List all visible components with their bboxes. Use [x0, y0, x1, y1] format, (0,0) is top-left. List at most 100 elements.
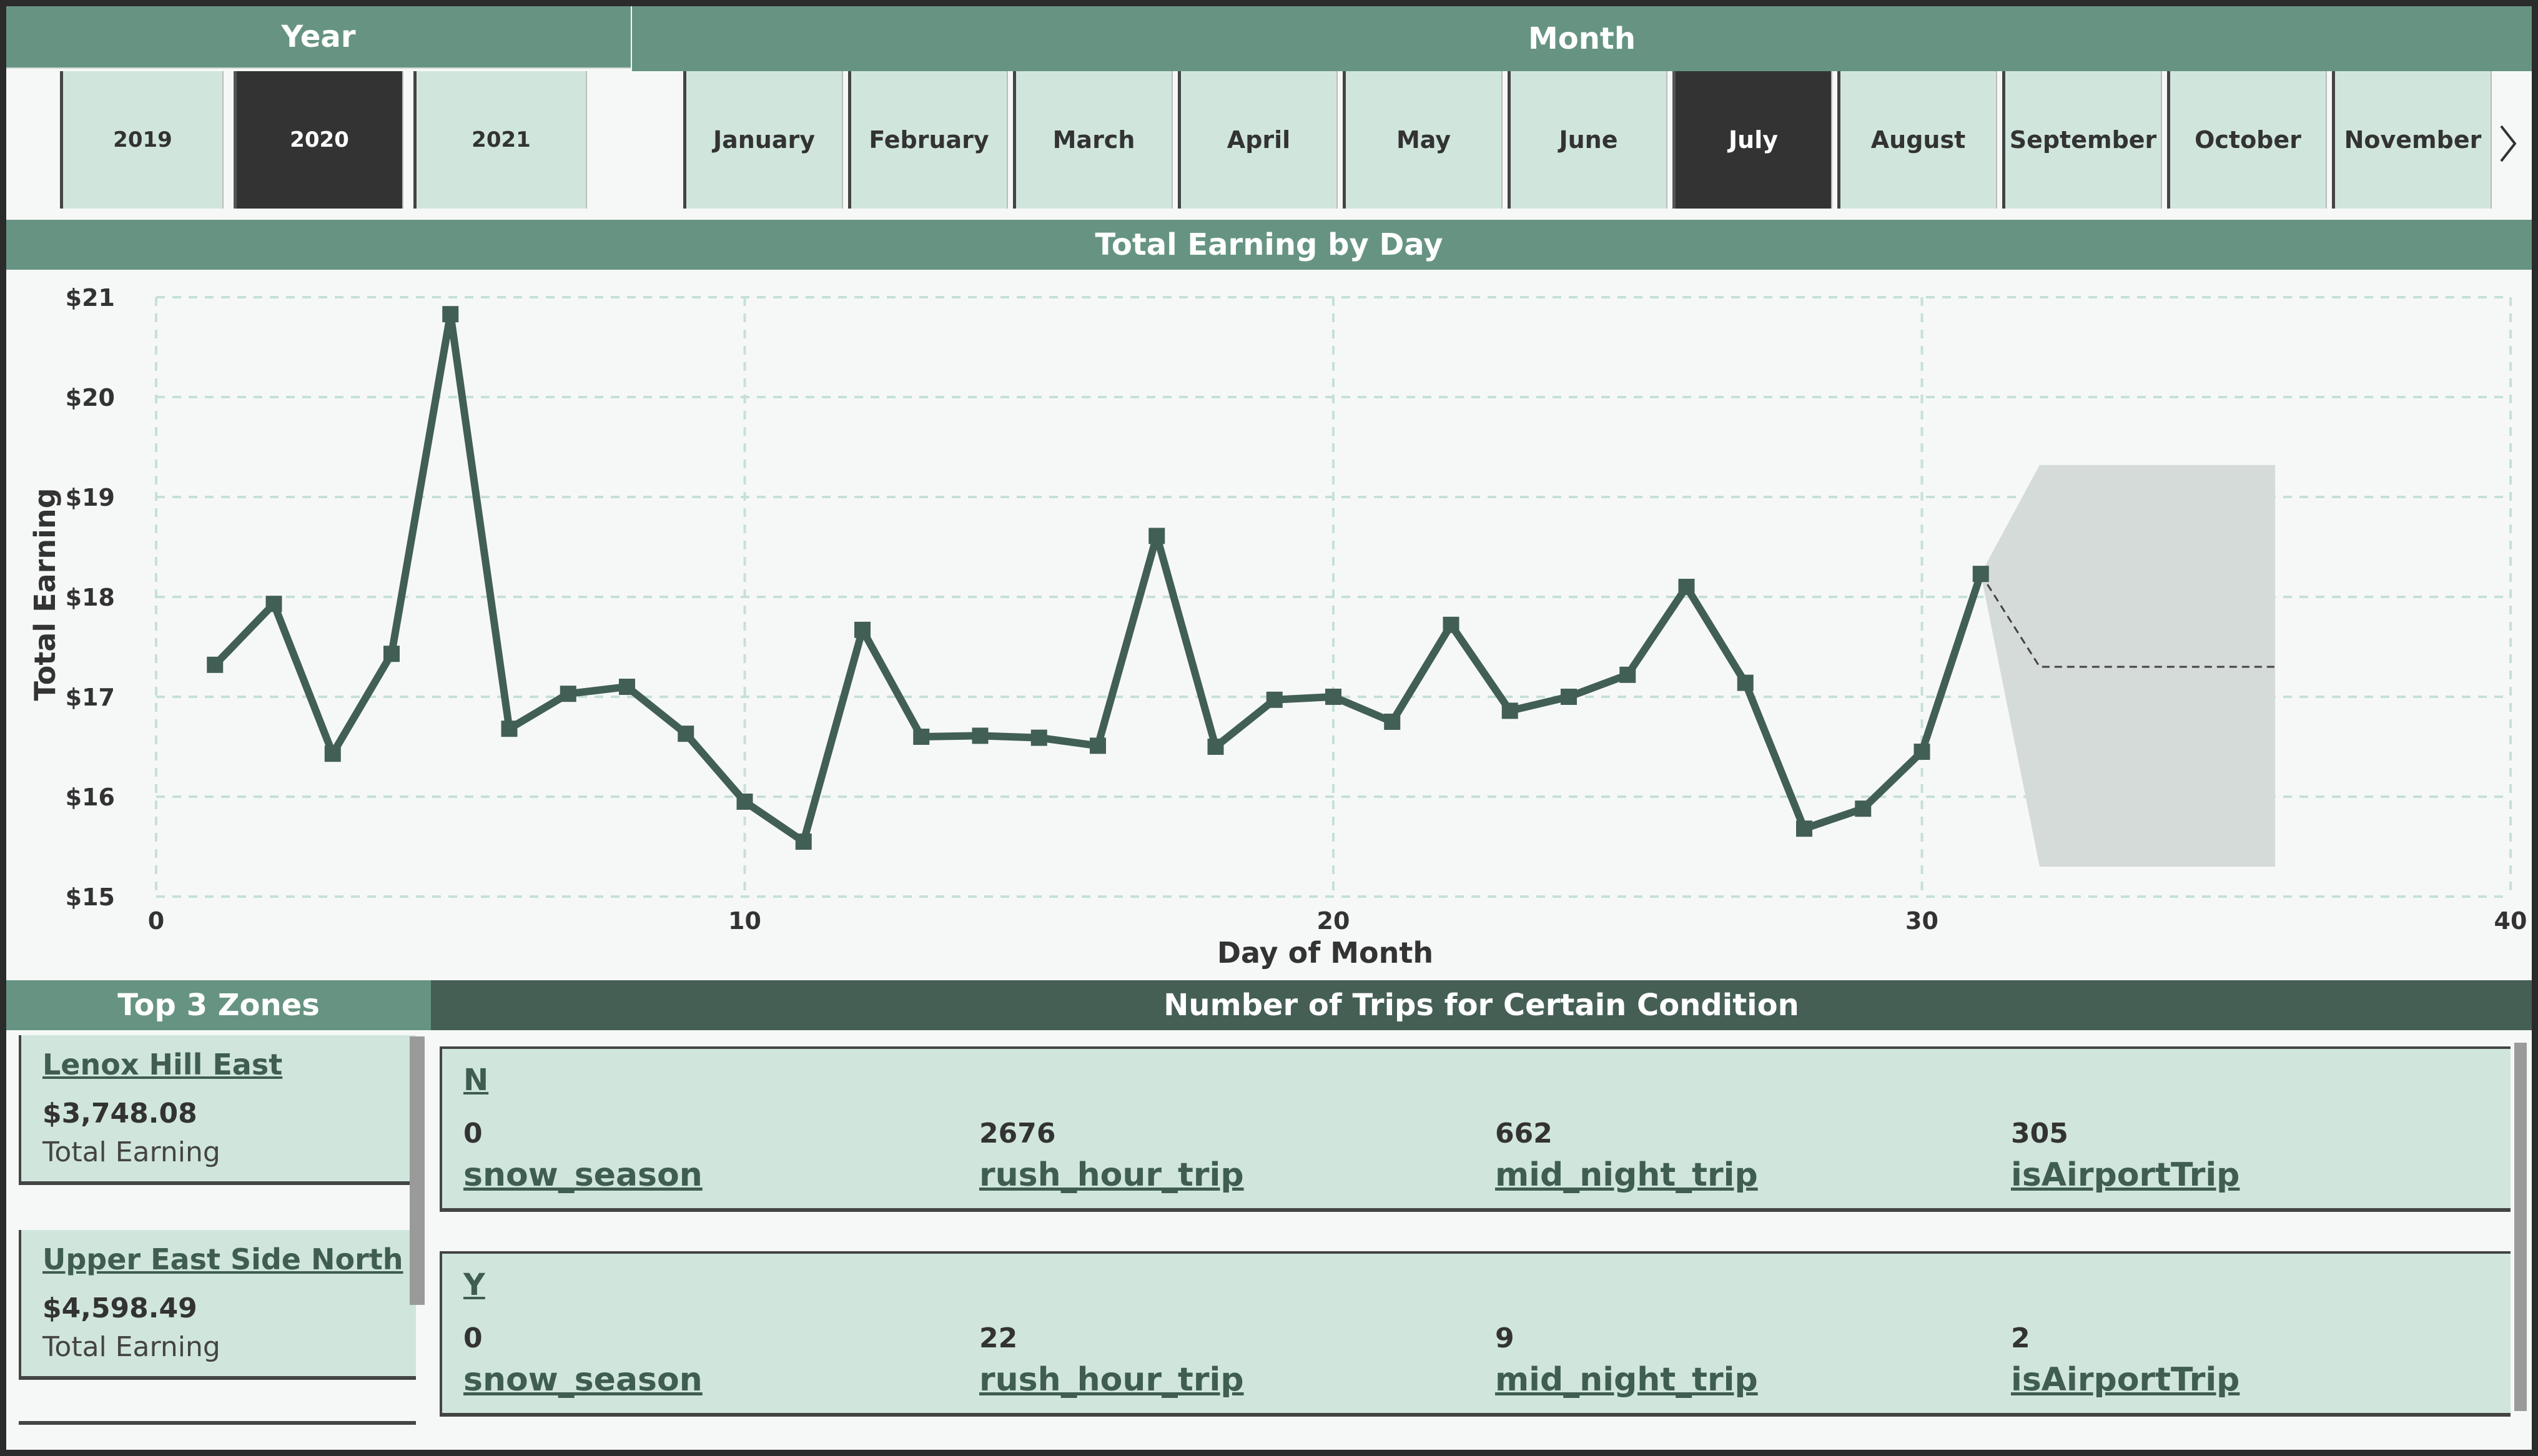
metric-label-link[interactable]: rush_hour_trip: [979, 1156, 1244, 1194]
metric-value: 662: [1495, 1118, 1553, 1149]
metric-label-link[interactable]: snow_season: [463, 1156, 703, 1194]
chart-title: Total Earning by Day: [1095, 227, 1443, 262]
month-slicer-title: Month: [1528, 21, 1636, 56]
data-point-marker: [678, 726, 694, 742]
month-option-may[interactable]: May: [1343, 71, 1503, 209]
year-option-2021[interactable]: 2021: [413, 71, 587, 209]
zone-earning-value: $4,598.49: [42, 1292, 197, 1324]
x-tick-label: 30: [1905, 907, 1938, 935]
month-option-september[interactable]: September: [2002, 71, 2162, 209]
month-option-march[interactable]: March: [1013, 71, 1173, 209]
chevron-right-icon[interactable]: [2495, 119, 2520, 169]
year-slicer-title: Year: [281, 19, 356, 54]
y-axis-ticks: $15 $16 $17 $18 $19 $20 $21: [66, 284, 115, 911]
month-option-label: September: [2009, 126, 2157, 154]
y-tick-label: $16: [66, 784, 115, 811]
metric-label-link[interactable]: mid_night_trip: [1495, 1361, 1758, 1399]
zone-name-link[interactable]: Upper East Side North: [42, 1242, 403, 1276]
data-point-marker: [1796, 820, 1812, 837]
condition-key-link[interactable]: Y: [463, 1267, 485, 1302]
data-point-marker: [501, 721, 518, 737]
metric-value: 22: [979, 1322, 1018, 1354]
zone-earning-value: $3,748.08: [42, 1098, 197, 1129]
zone-card: Upper East Side North $4,598.49 Total Ea…: [19, 1230, 416, 1380]
y-tick-label: $19: [66, 484, 115, 511]
data-point-marker: [1972, 566, 1989, 583]
data-point-marker: [1737, 674, 1754, 691]
metric-value: 9: [1495, 1322, 1514, 1354]
year-option-2019[interactable]: 2019: [60, 71, 224, 209]
month-option-november[interactable]: November: [2332, 71, 2492, 209]
conditions-scrollbar[interactable]: [2514, 1043, 2527, 1411]
year-option-2020[interactable]: 2020: [234, 71, 403, 209]
month-option-label: February: [869, 126, 989, 154]
data-point-marker: [1030, 729, 1047, 746]
forecast-band: [1980, 465, 2275, 867]
data-point-marker: [619, 679, 635, 695]
data-point-marker: [1501, 702, 1518, 719]
data-point-marker: [1266, 691, 1283, 708]
conditions-header: Number of Trips for Certain Condition: [431, 980, 2532, 1030]
condition-card: Y 0 snow_season 22 rush_hour_trip 9 mid_…: [440, 1251, 2511, 1417]
y-tick-label: $18: [66, 584, 115, 611]
condition-card: N 0 snow_season 2676 rush_hour_trip 662 …: [440, 1046, 2511, 1212]
y-tick-label: $15: [66, 883, 115, 911]
zones-scrollbar[interactable]: [410, 1036, 425, 1305]
metric-label-link[interactable]: snow_season: [463, 1361, 703, 1399]
data-point-marker: [1678, 579, 1695, 595]
data-point-marker: [1325, 689, 1341, 705]
metric-label-link[interactable]: mid_night_trip: [1495, 1156, 1758, 1194]
month-slicer-header: Month: [632, 6, 2532, 71]
month-option-label: May: [1396, 126, 1451, 154]
forecast-band-group: [1980, 465, 2275, 867]
zones-header: Top 3 Zones: [6, 980, 431, 1030]
series-line-group: [212, 310, 1985, 845]
condition-key-link[interactable]: N: [463, 1063, 488, 1098]
y-axis-label: Total Earning: [28, 488, 62, 701]
data-point-marker: [795, 834, 812, 850]
metric-label-link[interactable]: isAirportTrip: [2011, 1156, 2239, 1194]
metric-label-link[interactable]: isAirportTrip: [2011, 1361, 2239, 1399]
metric-value: 2: [2011, 1322, 2030, 1354]
conditions-title: Number of Trips for Certain Condition: [1163, 988, 1799, 1023]
year-slicer-header: Year: [6, 6, 631, 69]
metric-value: 0: [463, 1322, 483, 1354]
data-point-marker: [383, 646, 400, 662]
x-tick-label: 40: [2494, 907, 2527, 935]
zone-card-partial: [19, 1421, 416, 1450]
data-point-marker: [1619, 666, 1636, 683]
data-point-marker: [442, 306, 459, 323]
y-tick-label: $17: [66, 684, 115, 711]
zone-earning-label: Total Earning: [42, 1331, 220, 1363]
month-option-july[interactable]: July: [1672, 71, 1832, 209]
x-axis-label: Day of Month: [1217, 936, 1433, 970]
data-point-marker: [1561, 689, 1577, 705]
chart-header: Total Earning by Day: [6, 220, 2532, 270]
month-option-april[interactable]: April: [1178, 71, 1338, 209]
earning-line-chart: $15 $16 $17 $18 $19 $20 $21 0 10 20 30 40 Day of M…: [28, 284, 2527, 970]
data-point-marker: [854, 621, 871, 638]
data-point-marker: [972, 727, 989, 744]
data-point-marker: [913, 729, 930, 745]
month-option-august[interactable]: August: [1837, 71, 1997, 209]
month-option-june[interactable]: June: [1508, 71, 1667, 209]
y-tick-label: $20: [66, 384, 115, 411]
metric-value: 0: [463, 1118, 483, 1149]
month-option-february[interactable]: February: [848, 71, 1008, 209]
month-option-january[interactable]: January: [683, 71, 843, 209]
zones-title: Top 3 Zones: [117, 988, 320, 1023]
zone-earning-label: Total Earning: [42, 1136, 220, 1168]
month-option-label: April: [1227, 126, 1291, 154]
month-option-october[interactable]: October: [2167, 71, 2327, 209]
data-point-marker: [1443, 616, 1459, 633]
data-point-marker: [1913, 744, 1930, 760]
year-option-label: 2019: [113, 127, 172, 152]
metric-value: 305: [2011, 1118, 2068, 1149]
zone-card: Lenox Hill East $3,748.08 Total Earning: [19, 1035, 416, 1185]
month-option-label: March: [1052, 126, 1135, 154]
zone-name-link[interactable]: Lenox Hill East: [42, 1048, 282, 1081]
month-option-label: July: [1729, 126, 1778, 154]
year-option-label: 2020: [290, 127, 349, 152]
x-tick-label: 0: [148, 907, 164, 935]
metric-label-link[interactable]: rush_hour_trip: [979, 1361, 1244, 1399]
